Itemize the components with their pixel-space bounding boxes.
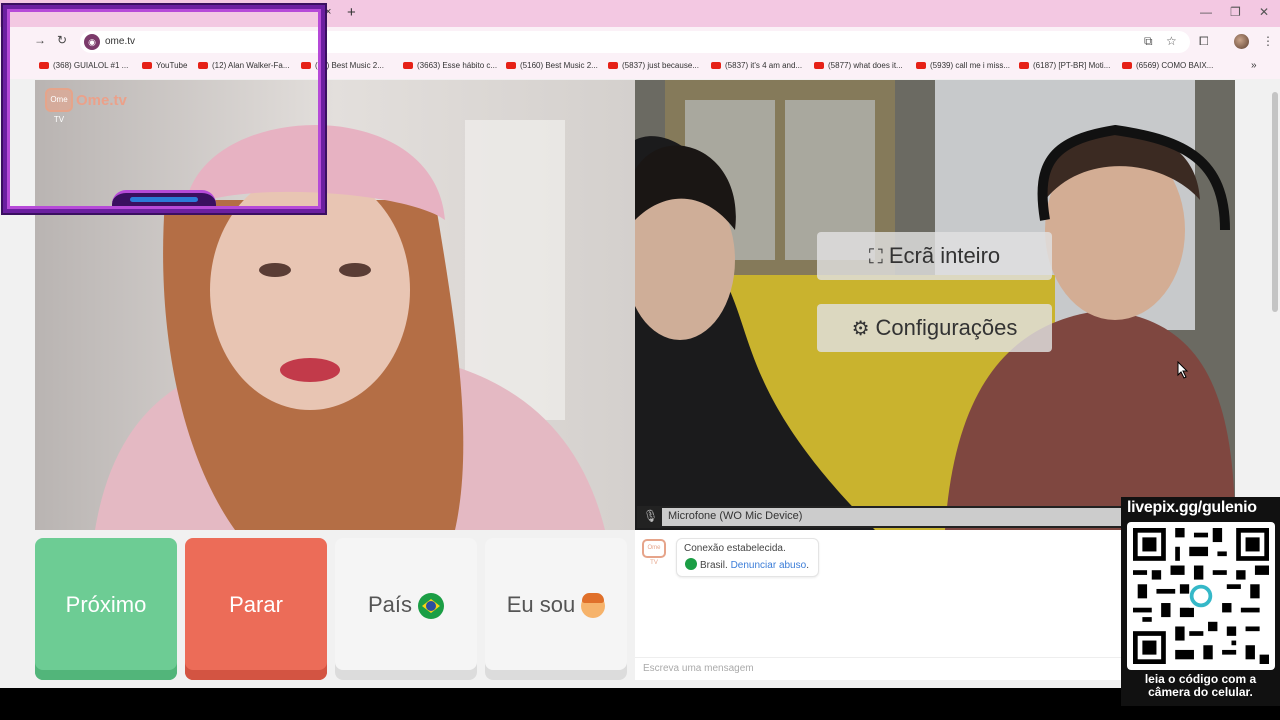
mic-device-label[interactable]: Microfone (WO Mic Device) (668, 510, 802, 522)
next-button[interactable]: Próximo (35, 538, 177, 680)
qr-instructions: leia o código com a câmera do celular. (1144, 672, 1257, 699)
partner-country-line: Brasil. Denunciar abuso. (685, 558, 809, 571)
tab-close-icon[interactable]: × (325, 6, 331, 18)
country-label: País (367, 592, 413, 617)
chat-ometv-icon: Ome TV (642, 539, 666, 566)
mouse-cursor-icon (1177, 361, 1189, 379)
fullscreen-button[interactable]: ⛶ Ecrã inteiro (817, 232, 1052, 280)
close-window-icon[interactable]: ✕ (1259, 5, 1269, 19)
gender-button[interactable]: Eu sou (485, 538, 627, 680)
bookmark-item[interactable]: (5837) it's 4 am and... (711, 61, 802, 70)
brazil-flag-icon (418, 593, 445, 620)
youtube-icon (506, 62, 516, 69)
youtube-icon (403, 62, 413, 69)
fullscreen-icon: ⛶ (868, 246, 883, 268)
connection-status-text: Conexão estabelecida. (684, 543, 786, 554)
brazil-flag-icon (685, 558, 697, 570)
boy-icon (581, 593, 606, 619)
bookmark-item[interactable]: (5877) what does it... (814, 61, 903, 70)
minimize-icon[interactable]: — (1200, 5, 1212, 19)
next-label: Próximo (65, 592, 147, 617)
youtube-icon (1019, 62, 1029, 69)
more-bookmarks-icon[interactable]: » (1251, 60, 1257, 71)
settings-label: Configurações (875, 315, 1018, 340)
youtube-icon (814, 62, 824, 69)
bookmark-item[interactable]: (5939) call me i miss... (916, 61, 1010, 70)
bookmark-item[interactable]: (6187) [PT-BR] Moti... (1019, 61, 1110, 70)
report-abuse-link[interactable]: Denunciar abuso (731, 560, 807, 571)
cast-icon[interactable]: ⧉ (1144, 34, 1153, 49)
new-tab-icon[interactable]: + (347, 4, 356, 21)
fullscreen-label: Ecrã inteiro (888, 243, 1001, 268)
scrollbar-thumb[interactable] (1272, 92, 1278, 312)
qr-code-image (1127, 522, 1275, 670)
gear-icon: ⚙ (851, 318, 870, 340)
stop-label: Parar (229, 592, 283, 617)
bookmark-item[interactable]: (5160) Best Music 2... (506, 61, 598, 70)
bottom-bar (0, 688, 1280, 720)
settings-button[interactable]: ⚙ Configurações (817, 304, 1052, 352)
youtube-icon (608, 62, 618, 69)
profile-avatar[interactable] (1234, 34, 1249, 49)
country-button[interactable]: País (335, 538, 477, 680)
bookmark-star-icon[interactable]: ☆ (1166, 34, 1177, 48)
webcam-frame-accent (130, 197, 198, 202)
bookmark-item[interactable]: (6569) COMO BAIX... (1122, 61, 1213, 70)
message-placeholder[interactable]: Escreva uma mensagem (643, 663, 754, 674)
bookmark-item[interactable]: (5837) just because... (608, 61, 699, 70)
bookmark-item[interactable]: (3663) Esse hábito c... (403, 61, 497, 70)
partner-country: Brasil. (700, 560, 728, 571)
screen: × + — ❐ ✕ → ↻ ◉ ome.tv ⧉ ☆ ⧠ ⋮ (368) GUI… (0, 0, 1280, 720)
webcam-overlay-frame (3, 5, 325, 213)
donation-link-text: livepix.gg/gulenio (1127, 499, 1257, 516)
microphone-icon: 🎙 (643, 509, 659, 523)
stop-button[interactable]: Parar (185, 538, 327, 680)
extensions-icon[interactable]: ⧠ (1199, 34, 1209, 49)
menu-icon[interactable]: ⋮ (1262, 34, 1274, 48)
gender-label: Eu sou (506, 592, 576, 617)
youtube-icon (1122, 62, 1132, 69)
restore-icon[interactable]: ❐ (1230, 5, 1241, 19)
youtube-icon (916, 62, 926, 69)
youtube-icon (711, 62, 721, 69)
